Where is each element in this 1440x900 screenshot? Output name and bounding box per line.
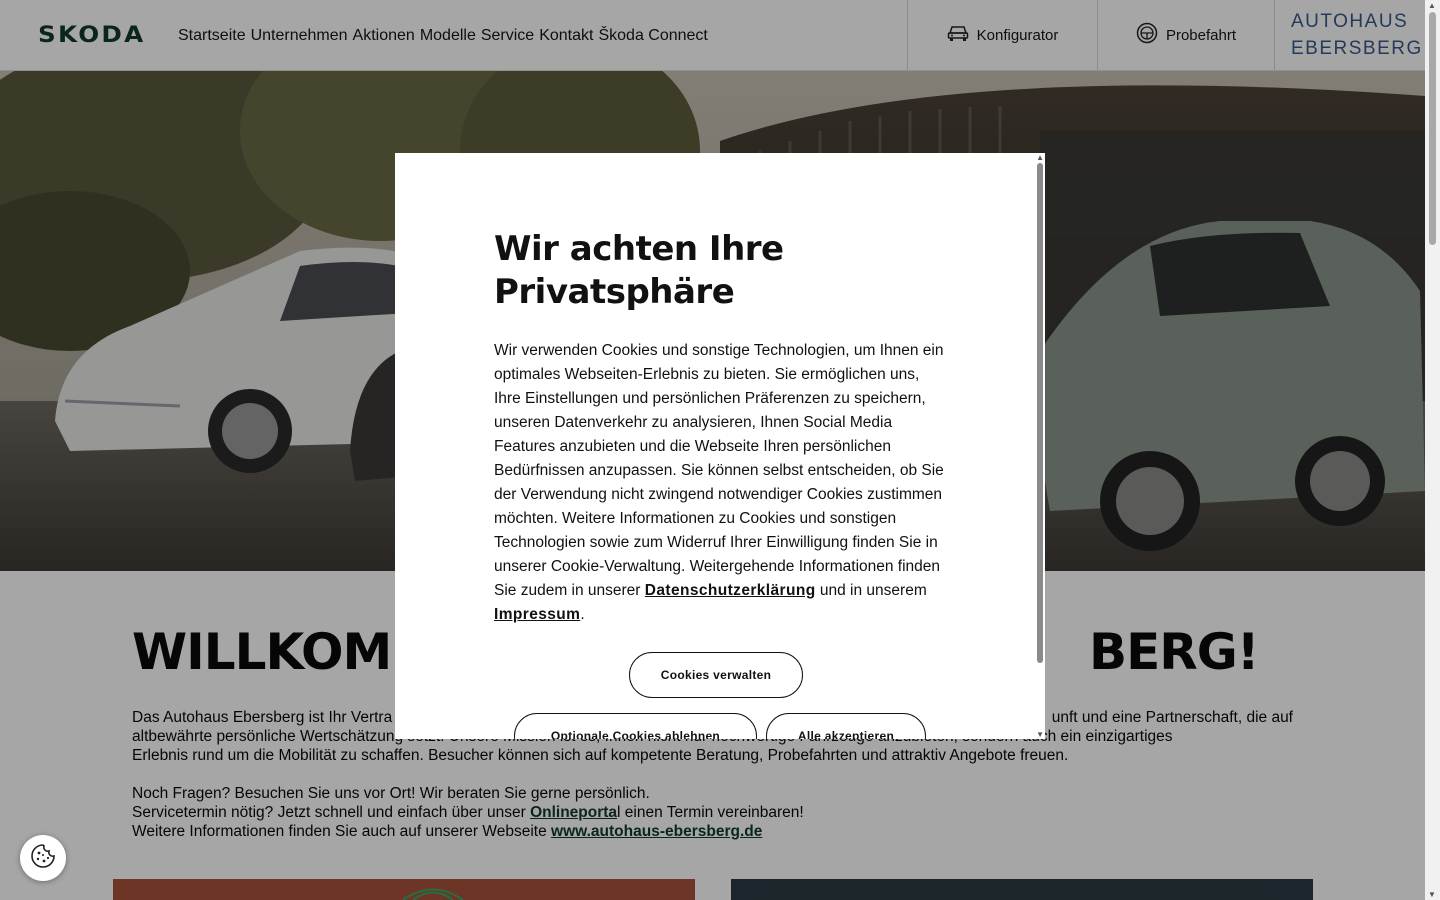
privacy-policy-link[interactable]: Datenschutzerklärung xyxy=(645,582,816,599)
dialog-text-mid: und in unserem xyxy=(815,582,927,599)
cookie-settings-button[interactable] xyxy=(20,835,66,881)
scroll-down-arrow-icon[interactable]: ▼ xyxy=(1036,730,1044,739)
page-scrollbar-thumb[interactable] xyxy=(1429,12,1436,245)
page-scroll-down-icon[interactable]: ▼ xyxy=(1428,890,1436,899)
dialog-text-body: Wir verwenden Cookies und sonstige Techn… xyxy=(494,342,944,599)
dialog-scrollbar-thumb[interactable] xyxy=(1037,163,1043,663)
imprint-link[interactable]: Impressum xyxy=(494,606,580,623)
accept-all-cookies-button[interactable]: Alle akzeptieren xyxy=(766,713,926,739)
manage-cookies-button[interactable]: Cookies verwalten xyxy=(629,652,803,698)
dialog-text: Wir verwenden Cookies und sonstige Techn… xyxy=(494,339,946,627)
cookie-consent-dialog: Wir achten Ihre Privatsphäre Wir verwend… xyxy=(395,153,1045,739)
dialog-title: Wir achten Ihre Privatsphäre xyxy=(494,229,784,312)
cookie-icon xyxy=(30,843,56,874)
page-scroll-up-icon[interactable]: ▲ xyxy=(1428,1,1436,10)
dialog-text-end: . xyxy=(580,606,585,623)
page-scrollbar[interactable]: ▲ ▼ xyxy=(1425,0,1440,900)
reject-optional-cookies-button[interactable]: Optionale Cookies ablehnen xyxy=(514,713,757,739)
scroll-up-arrow-icon[interactable]: ▲ xyxy=(1036,153,1044,162)
